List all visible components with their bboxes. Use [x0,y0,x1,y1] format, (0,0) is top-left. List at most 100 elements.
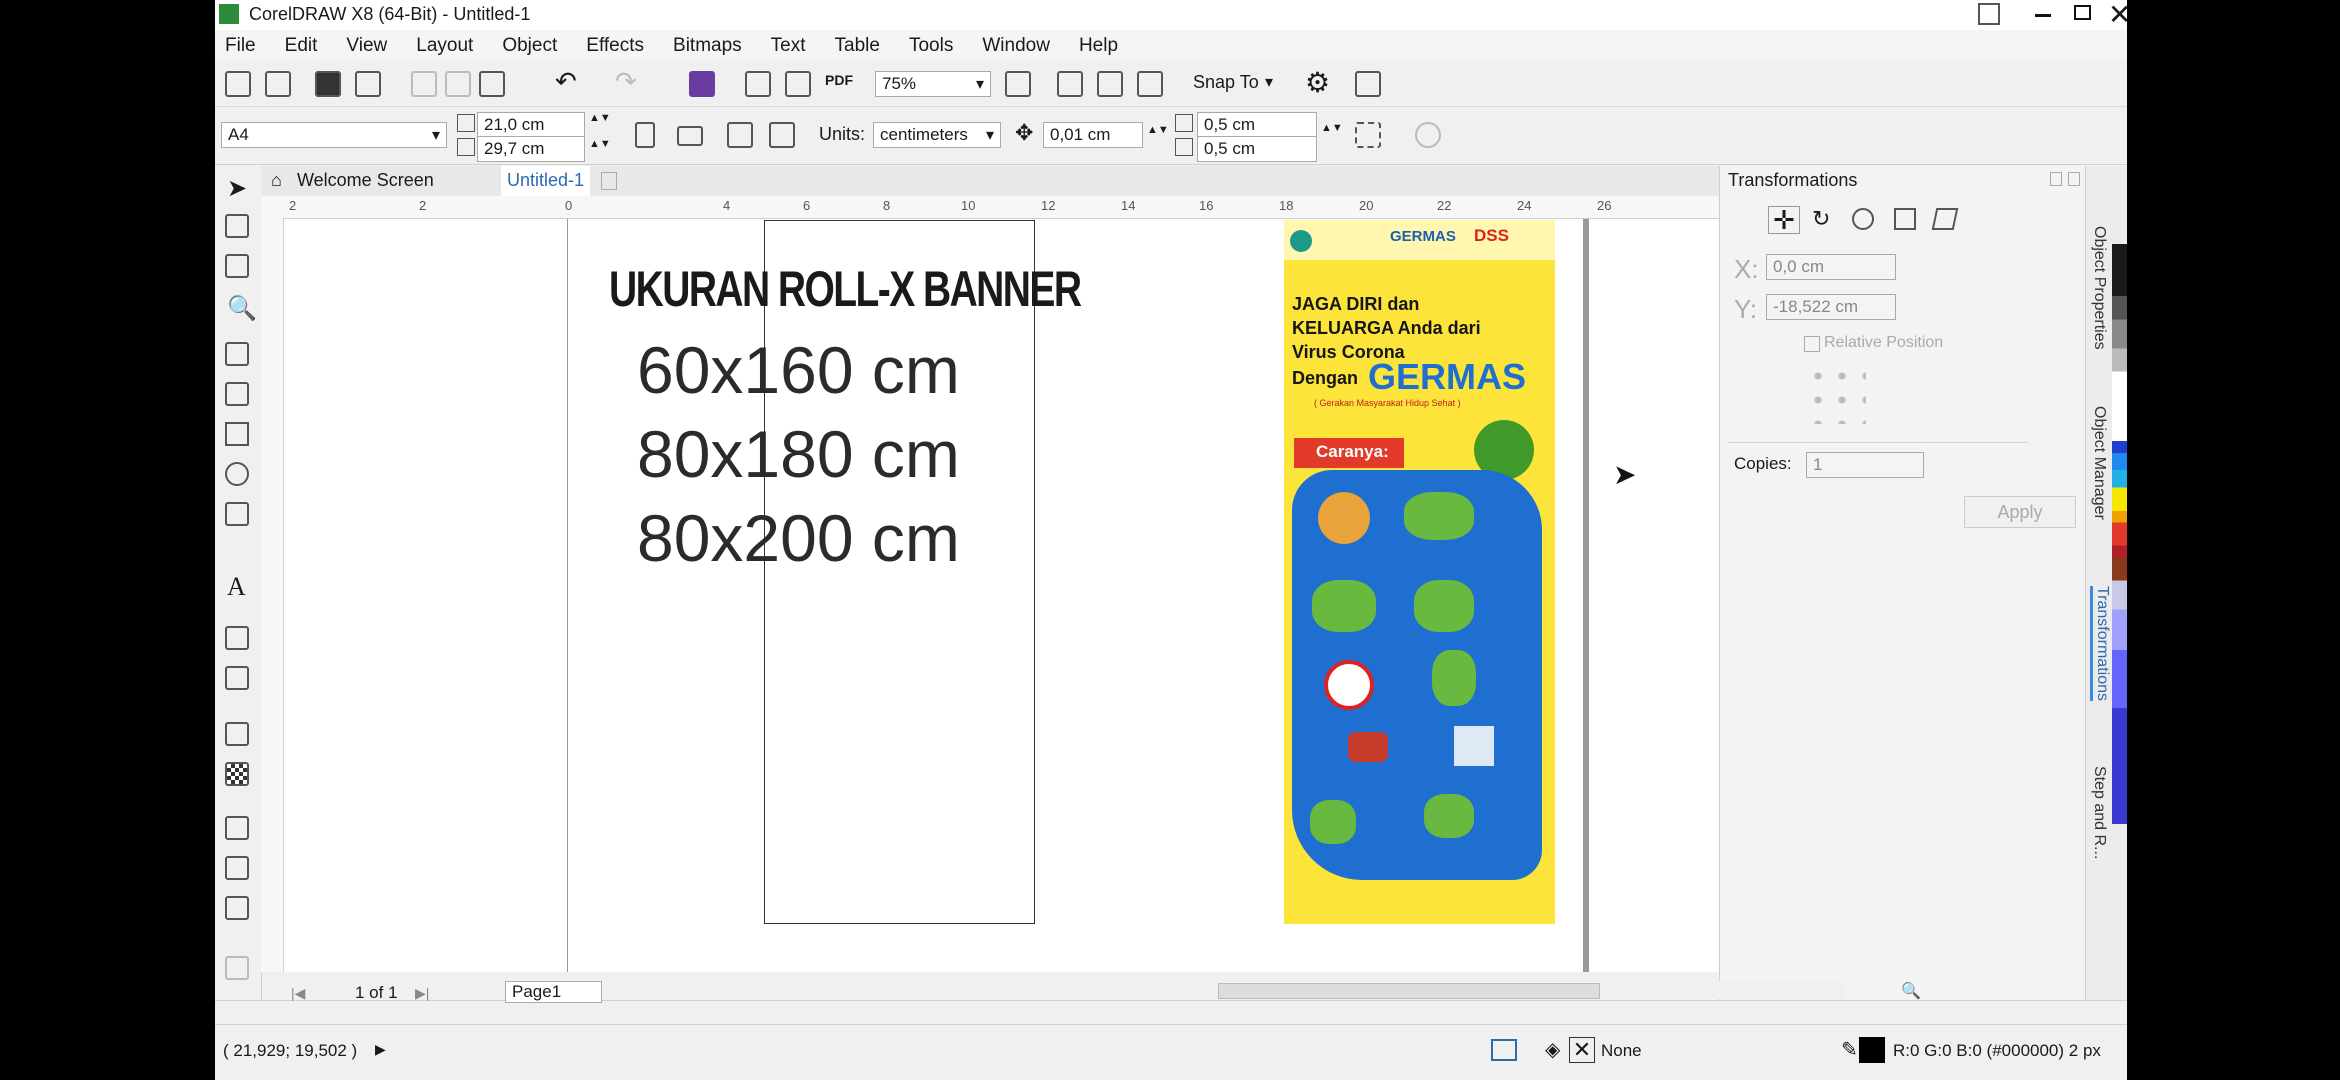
quick-customize-icon[interactable] [225,956,249,980]
text-tool-icon[interactable]: A [227,572,246,602]
crop-tool-icon[interactable] [225,254,249,278]
canvas-heading[interactable]: UKURAN ROLL-X BANNER [609,260,1082,318]
docker-tab-object-manager[interactable]: Object Manager [2090,406,2108,520]
outline-status[interactable]: R:0 G:0 B:0 (#000000) 2 px [1893,1041,2101,1061]
polygon-tool-icon[interactable] [225,502,249,526]
size-mode-icon[interactable] [1894,208,1916,230]
first-page-icon[interactable]: |◀ [291,985,305,1002]
draw-options-icon[interactable] [1415,122,1441,148]
docker-options-icon[interactable] [2050,172,2062,186]
docker-tab-object-properties[interactable]: Object Properties [2090,226,2108,350]
menu-effects[interactable]: Effects [586,35,644,57]
cut-icon[interactable] [411,71,437,97]
snap-to-dropdown[interactable]: Snap To [1193,72,1259,93]
next-page-icon[interactable]: ▶| [415,985,429,1002]
menu-layout[interactable]: Layout [416,35,473,57]
vertical-ruler[interactable] [261,218,284,972]
rectangle-tool-icon[interactable] [225,422,249,446]
duplicate-x-field[interactable]: 0,5 cm [1197,112,1317,138]
menu-object[interactable]: Object [502,35,557,57]
copies-field[interactable]: 1 [1806,452,1924,478]
new-tab-icon[interactable] [601,172,617,190]
export-icon[interactable] [785,71,811,97]
search-content-icon[interactable] [689,71,715,97]
new-document-icon[interactable] [225,71,251,97]
size-text-1[interactable]: 60x160 cm [637,332,960,408]
parallel-dimension-icon[interactable] [225,626,249,650]
full-screen-icon[interactable] [1005,71,1031,97]
status-expand-icon[interactable]: ▶ [375,1041,386,1058]
import-icon[interactable] [745,71,771,97]
menu-window[interactable]: Window [982,35,1050,57]
skew-mode-icon[interactable] [1931,208,1959,230]
show-guidelines-icon[interactable] [1137,71,1163,97]
zoom-level[interactable]: 75% [875,71,991,97]
menu-tools[interactable]: Tools [909,35,953,57]
horizontal-scrollbar[interactable] [1215,981,1845,999]
menu-edit[interactable]: Edit [285,35,318,57]
smart-fill-icon[interactable] [225,896,249,920]
y-position-field[interactable]: -18,522 cm [1766,294,1896,320]
interactive-fill-icon[interactable] [225,856,249,880]
page-width-field[interactable]: 21,0 cm [477,112,585,138]
docker-tab-step-repeat[interactable]: Step and R... [2090,766,2108,859]
duplicate-y-field[interactable]: 0,5 cm [1197,136,1317,162]
minimize-icon[interactable] [2035,14,2051,17]
undo-icon[interactable]: ↶ [555,66,577,97]
height-spin-icon[interactable]: ▲▼ [589,138,611,150]
show-rulers-icon[interactable] [1057,71,1083,97]
drop-shadow-icon[interactable] [225,722,249,746]
current-page-icon[interactable] [769,122,795,148]
color-eyedropper-icon[interactable] [225,816,249,840]
home-icon[interactable]: ⌂ [271,170,282,191]
color-palette[interactable] [2112,244,2127,824]
treat-as-filled-icon[interactable] [1355,122,1381,148]
options-gear-icon[interactable]: ⚙ [1305,66,1330,99]
size-text-2[interactable]: 80x180 cm [637,416,960,492]
position-mode-icon[interactable]: ✛ [1768,206,1800,234]
menu-file[interactable]: File [225,35,256,57]
connector-tool-icon[interactable] [225,666,249,690]
docker-tab-transformations[interactable]: Transformations [2090,586,2111,701]
ellipse-tool-icon[interactable] [225,462,249,486]
tab-welcome-screen[interactable]: Welcome Screen [297,170,434,191]
germas-banner-image[interactable]: GERMAS DSS JAGA DIRI dan KELUARGA Anda d… [1284,220,1555,924]
width-spin-icon[interactable]: ▲▼ [589,112,611,124]
all-pages-icon[interactable] [727,122,753,148]
open-icon[interactable] [265,71,291,97]
account-icon[interactable] [1978,3,2000,25]
close-icon[interactable]: ✕ [2108,0,2127,31]
page-tab-page1[interactable]: Page1 [505,981,603,1003]
drawing-workspace[interactable]: UKURAN ROLL-X BANNER 60x160 cm 80x180 cm… [261,196,1927,972]
docker-close-icon[interactable] [2068,172,2080,186]
pick-tool-icon[interactable]: ➤ [227,174,247,203]
apply-button[interactable]: Apply [1964,496,2076,528]
dup-spin-icon[interactable]: ▲▼ [1321,122,1343,134]
application-launcher-icon[interactable] [1355,71,1381,97]
menu-table[interactable]: Table [835,35,880,57]
menu-help[interactable]: Help [1079,35,1118,57]
nudge-distance-field[interactable]: 0,01 cm [1043,122,1143,148]
color-proof-icon[interactable] [1491,1039,1517,1061]
snap-to-arrow-icon[interactable]: ▾ [1265,72,1273,92]
page-height-field[interactable]: 29,7 cm [477,136,585,162]
transparency-icon[interactable] [225,762,249,786]
freehand-tool-icon[interactable] [225,342,249,366]
tab-untitled-1[interactable]: Untitled-1 [501,166,591,199]
menu-bitmaps[interactable]: Bitmaps [673,35,742,57]
zoom-tool-icon[interactable]: 🔍 [227,294,257,323]
zoom-one-shot-icon[interactable]: 🔍 [1901,981,1921,1001]
size-text-3[interactable]: 80x200 cm [637,500,960,576]
save-icon[interactable] [315,71,341,97]
shape-tool-icon[interactable] [225,214,249,238]
horizontal-scroll-thumb[interactable] [1218,983,1600,999]
anchor-grid[interactable] [1806,364,1866,424]
menu-text[interactable]: Text [771,35,806,57]
redo-icon[interactable]: ↷ [615,66,637,97]
portrait-icon[interactable] [635,122,655,148]
show-grid-icon[interactable] [1097,71,1123,97]
landscape-icon[interactable] [677,126,703,146]
artistic-media-icon[interactable] [225,382,249,406]
scale-mirror-icon[interactable] [1852,208,1874,230]
menu-view[interactable]: View [346,35,387,57]
